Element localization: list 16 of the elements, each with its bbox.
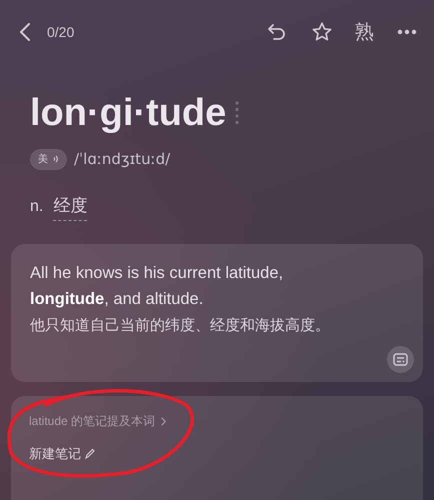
new-note-button[interactable]: 新建笔记 bbox=[29, 444, 95, 464]
pronunciation-button[interactable]: 美 bbox=[30, 148, 67, 170]
headword: lon·gi·tude bbox=[30, 94, 226, 132]
chevron-right-icon bbox=[161, 416, 166, 426]
example-sentence: All he knows is his current latitude, longitude, and altitude. bbox=[30, 263, 284, 310]
speaker-icon bbox=[53, 155, 59, 164]
progress-counter: 0/20 bbox=[47, 22, 74, 42]
meaning-link[interactable]: 经度 bbox=[53, 192, 88, 221]
phonetic-text: /ˈlɑːndʒɪtuːd/ bbox=[74, 149, 170, 170]
pencil-icon bbox=[85, 448, 95, 460]
known-button[interactable]: 熟 bbox=[355, 22, 374, 42]
example-translation: 他只知道自己当前的纬度、经度和海拔高度。 bbox=[30, 316, 331, 336]
drag-handle-icon[interactable] bbox=[235, 101, 240, 125]
note-mention-link[interactable]: latitude 的笔记提及本词 bbox=[29, 412, 166, 430]
part-of-speech: n. bbox=[30, 196, 44, 217]
subtitle-icon[interactable] bbox=[387, 346, 414, 373]
